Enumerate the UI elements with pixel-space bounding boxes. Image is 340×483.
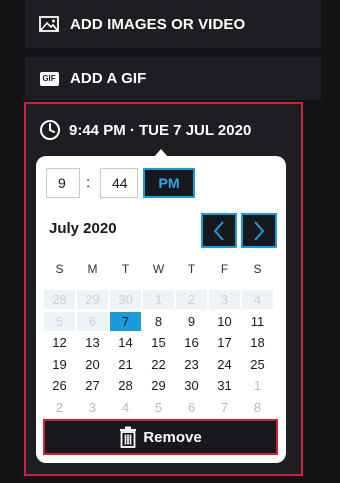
calendar-day[interactable]: 23	[176, 355, 207, 374]
calendar-day: 30	[110, 290, 141, 309]
add-images-or-video-button[interactable]: ADD IMAGES OR VIDEO	[25, 0, 321, 48]
remove-label: Remove	[143, 428, 202, 446]
calendar-day[interactable]: 3	[77, 398, 108, 417]
remove-schedule-button[interactable]: Remove	[43, 419, 278, 455]
calendar-day[interactable]: 26	[44, 376, 75, 395]
calendar-day[interactable]: 1	[242, 376, 273, 395]
calendar-day: 4	[242, 290, 273, 309]
calendar-day[interactable]: 24	[209, 355, 240, 374]
weekday-label: F	[220, 262, 229, 276]
calendar-day[interactable]: 5	[143, 398, 174, 417]
calendar-week: 19 20 21 22 23 24 25	[43, 355, 275, 377]
add-images-label: ADD IMAGES OR VIDEO	[70, 15, 246, 33]
calendar-grid: 28 29 30 1 2 3 4 5 6 7 8 9 10 11 12 13 14 15 16 17 18 19 20 21 2…	[43, 290, 275, 419]
previous-month-button[interactable]	[201, 213, 237, 248]
chevron-left-icon	[213, 220, 224, 241]
image-icon	[38, 15, 60, 33]
clock-icon	[39, 119, 61, 141]
add-gif-button[interactable]: GIF ADD A GIF	[25, 57, 321, 100]
add-gif-label: ADD A GIF	[70, 70, 147, 87]
calendar-day[interactable]: 18	[242, 333, 273, 352]
calendar-day: 3	[209, 290, 240, 309]
calendar-week: 12 13 14 15 16 17 18	[43, 333, 275, 355]
calendar-day[interactable]: 28	[110, 376, 141, 395]
trash-icon	[119, 426, 137, 448]
calendar-day[interactable]: 29	[143, 376, 174, 395]
calendar-day[interactable]: 8	[242, 398, 273, 417]
calendar-week: 26 27 28 29 30 31 1	[43, 376, 275, 398]
weekday-label: T	[121, 262, 130, 276]
calendar-day[interactable]: 12	[44, 333, 75, 352]
calendar-day[interactable]: 7	[209, 398, 240, 417]
weekday-label: S	[55, 262, 64, 276]
calendar-day: 28	[44, 290, 75, 309]
month-label: July 2020	[49, 220, 117, 237]
meridiem-toggle[interactable]: PM	[143, 168, 195, 198]
weekday-label: W	[152, 262, 165, 276]
calendar-day: 29	[77, 290, 108, 309]
weekday-label: M	[87, 262, 98, 276]
calendar-day[interactable]: 16	[176, 333, 207, 352]
calendar-day[interactable]: 19	[44, 355, 75, 374]
calendar-day: 6	[77, 311, 108, 331]
minute-input[interactable]: 44	[100, 168, 138, 198]
calendar-day[interactable]: 4	[110, 398, 141, 417]
calendar-day[interactable]: 2	[44, 398, 75, 417]
calendar-week: 2345678	[43, 398, 275, 420]
calendar-day[interactable]: 31	[209, 376, 240, 395]
calendar-day[interactable]: 9	[176, 312, 207, 331]
calendar-day[interactable]: 11	[242, 312, 273, 331]
calendar-day[interactable]: 27	[77, 376, 108, 395]
calendar-day[interactable]: 15	[143, 333, 174, 352]
gif-icon: GIF	[38, 70, 60, 88]
calendar-day: 1	[143, 290, 174, 309]
calendar-day[interactable]: 30	[176, 376, 207, 395]
schedule-toggle[interactable]: 9:44 PM · TUE 7 JUL 2020	[39, 119, 251, 141]
calendar-day: 2	[176, 290, 207, 309]
next-month-button[interactable]	[241, 213, 277, 248]
time-separator: :	[86, 174, 91, 191]
calendar-day[interactable]: 22	[143, 355, 174, 374]
calendar-week: 5 6 7 8 9 10 11	[43, 311, 275, 334]
schedule-summary: 9:44 PM · TUE 7 JUL 2020	[69, 121, 252, 139]
weekday-label: T	[187, 262, 196, 276]
calendar-day[interactable]: 21	[110, 355, 141, 374]
calendar-day[interactable]: 20	[77, 355, 108, 374]
weekday-label: S	[253, 262, 262, 276]
calendar-day[interactable]: 14	[110, 333, 141, 352]
hour-input[interactable]: 9	[46, 168, 80, 198]
calendar-day[interactable]: 17	[209, 333, 240, 352]
calendar-day[interactable]: 6	[176, 398, 207, 417]
calendar-day[interactable]: 13	[77, 333, 108, 352]
calendar-day[interactable]: 10	[209, 312, 240, 331]
calendar-day: 5	[44, 311, 75, 331]
weekday-header: SMTWTFS	[43, 262, 275, 276]
chevron-right-icon	[254, 220, 265, 241]
calendar-week: 28 29 30 1 2 3 4	[43, 290, 275, 312]
calendar-day[interactable]: 25	[242, 355, 273, 374]
calendar-day[interactable]: 8	[143, 312, 174, 331]
calendar-day-selected[interactable]: 7	[110, 311, 141, 331]
